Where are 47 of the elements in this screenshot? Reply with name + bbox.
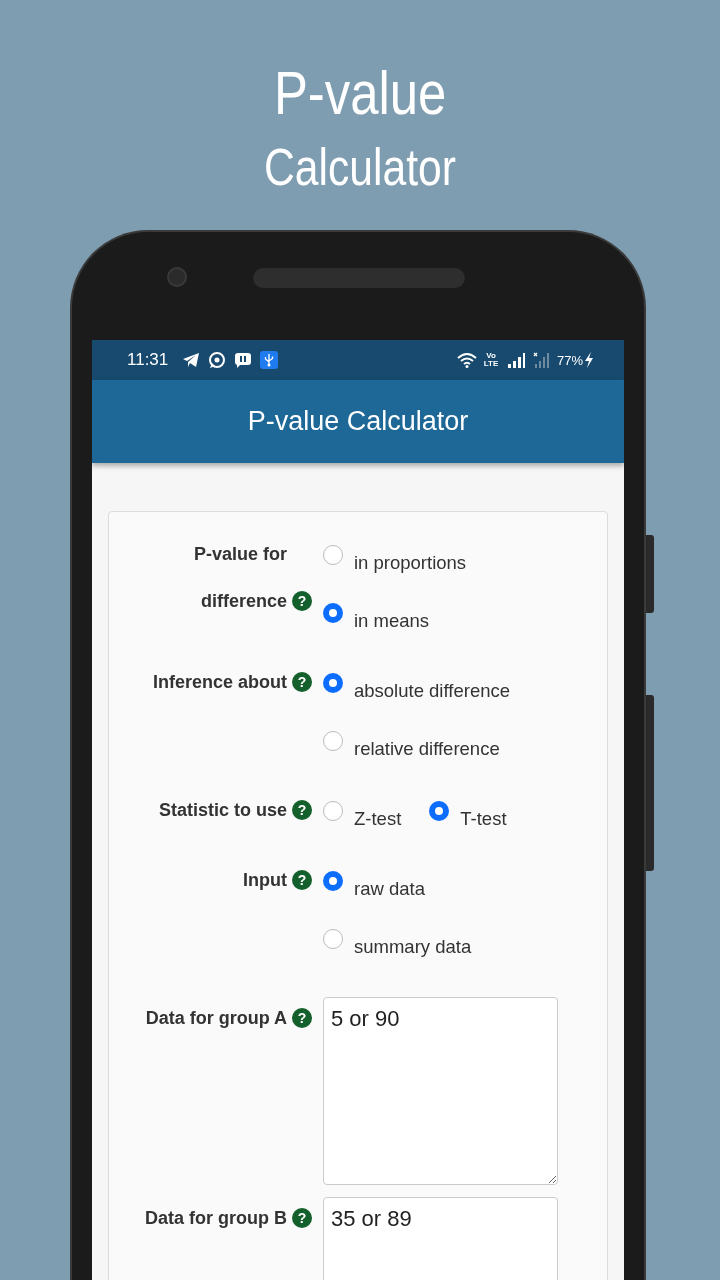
- chat-bubble-icon: [208, 351, 227, 369]
- volte-label: Vo LTE: [482, 352, 499, 368]
- wifi-icon: [456, 352, 477, 368]
- option-label: in means: [354, 609, 430, 633]
- option-label: in proportions: [354, 551, 467, 575]
- help-icon[interactable]: ?: [292, 1008, 312, 1028]
- help-icon[interactable]: ?: [292, 672, 312, 692]
- option-label: raw data: [354, 877, 425, 901]
- radio-button[interactable]: [323, 545, 343, 565]
- radio-button[interactable]: [323, 673, 343, 693]
- data-input-field[interactable]: 35 or 89: [323, 1197, 558, 1280]
- radio-button[interactable]: [323, 731, 343, 751]
- help-icon[interactable]: ?: [292, 591, 312, 611]
- promo-subtitle: Calculator: [264, 137, 456, 198]
- side-button[interactable]: [646, 695, 654, 871]
- usb-icon: [260, 351, 279, 369]
- signal-icon: [506, 352, 525, 368]
- side-button[interactable]: [646, 535, 654, 613]
- option-label: relative difference: [354, 737, 500, 761]
- data-input-field[interactable]: 5 or 90: [323, 997, 558, 1185]
- clock-time: 11:31: [127, 350, 169, 370]
- promo-title: P-value: [273, 58, 447, 128]
- radio-button[interactable]: [323, 929, 343, 949]
- field-label: Input: [243, 869, 287, 892]
- camera-icon: [167, 267, 187, 287]
- radio-button[interactable]: [429, 801, 450, 821]
- option-label: absolute difference: [354, 679, 510, 703]
- field-label: Data for group A: [145, 1007, 287, 1030]
- radio-button[interactable]: [323, 603, 343, 623]
- no-signal-icon: [532, 352, 551, 368]
- charging-bolt-icon: [584, 352, 594, 368]
- option-label: T-test: [460, 807, 507, 831]
- app-title: P-value Calculator: [247, 406, 469, 437]
- radio-button[interactable]: [323, 871, 343, 891]
- option-label: Z-test: [354, 807, 402, 831]
- help-icon[interactable]: ?: [292, 1208, 312, 1228]
- help-icon[interactable]: ?: [292, 800, 312, 820]
- radio-button[interactable]: [323, 801, 343, 821]
- message-icon: [234, 352, 253, 368]
- field-label: Inference about: [152, 671, 287, 694]
- field-label: P-value for difference: [192, 543, 287, 613]
- option-label: summary data: [354, 935, 472, 959]
- field-label: Data for group B: [145, 1207, 287, 1230]
- battery-level: 77%: [556, 352, 583, 368]
- help-icon[interactable]: ?: [292, 870, 312, 890]
- paper-plane-icon: [182, 352, 201, 368]
- field-label: Statistic to use: [158, 799, 287, 822]
